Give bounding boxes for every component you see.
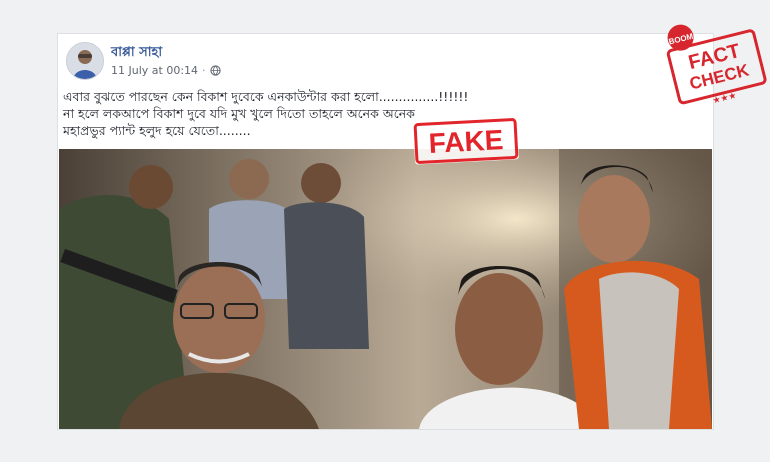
author-avatar[interactable] — [66, 42, 104, 80]
post-timestamp[interactable]: 11 July at 00:14 — [111, 64, 198, 77]
post-text-line: এবার বুঝতে পারছেন কেন বিকাশ দুবেকে এনকাউ… — [63, 89, 469, 104]
post-text-line: না হলে লকআপে বিকাশ দুবে যদি মুখ খুলে দিত… — [63, 106, 415, 121]
facebook-post-card: বাপ্পা সাহা 11 July at 00:14 · এবার বুঝত… — [57, 33, 714, 430]
globe-icon[interactable] — [209, 65, 221, 76]
meta-separator: · — [202, 64, 206, 77]
post-photo[interactable] — [59, 149, 712, 429]
post-meta: 11 July at 00:14 · — [111, 64, 221, 77]
post-author-name[interactable]: বাপ্পা সাহা — [111, 43, 162, 64]
fake-stamp: FAKE — [411, 115, 521, 167]
post-text: এবার বুঝতে পারছেন কেন বিকাশ দুবেকে এনকাউ… — [63, 88, 708, 139]
post-text-line: মহাপ্রভুর প্যান্ট হলুদ হয়ে যেতো........ — [63, 123, 251, 138]
fake-label: FAKE — [428, 124, 504, 159]
fact-check-stamp: BOOM FACT CHECK ★★★ — [656, 5, 770, 115]
